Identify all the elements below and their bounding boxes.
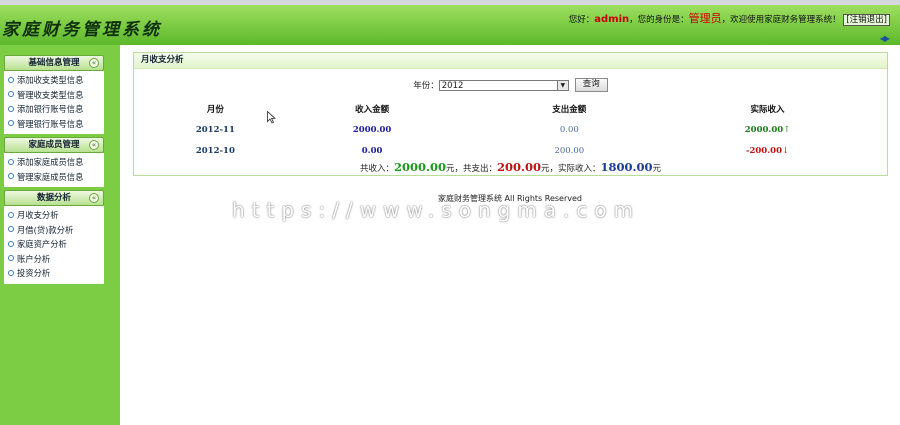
sidebar-item-add-member[interactable]: 添加家庭成员信息 <box>4 155 104 170</box>
double-arrow-icon[interactable]: ◀▶ <box>880 34 890 43</box>
sidebar-item-investment[interactable]: 投资分析 <box>4 266 104 281</box>
sidebar-item-manage-member[interactable]: 管理家庭成员信息 <box>4 170 104 185</box>
year-select-value: 2012 <box>441 80 464 91</box>
year-label: 年份： <box>413 81 439 91</box>
app-title: 家庭财务管理系统 <box>2 20 162 40</box>
sidebar-group-header[interactable]: 基础信息管理 « <box>4 55 104 71</box>
table-header-row: 月份 收入金额 支出金额 实际收入 <box>156 98 866 119</box>
bullet-icon <box>8 269 14 276</box>
group-title: 基础信息管理 <box>28 58 80 68</box>
welcome-prefix: 您好： <box>568 15 595 25</box>
sidebar-item-label: 添加收支类型信息 <box>17 75 84 85</box>
bullet-icon <box>8 76 14 83</box>
actual-cell: -200.00↓ <box>669 140 866 161</box>
sidebar-item-manage-type[interactable]: 管理收支类型信息 <box>4 88 104 103</box>
actual-value: -200.00 <box>745 145 783 156</box>
trend-down-icon: ↓ <box>782 145 790 156</box>
watermark: https://www.songma.com <box>232 198 641 222</box>
column-header-month: 月份 <box>206 104 224 115</box>
total-income-label: 共收入： <box>359 164 394 174</box>
month-cell: 2012-11 <box>195 124 235 135</box>
bullet-icon <box>8 105 14 112</box>
main-content: 月收支分析 年份： 2012 ▼ 查询 月份 收入金额 支出金额 实际收入 2012-… <box>120 45 900 425</box>
income-cell: 2000.00 <box>352 124 392 135</box>
sidebar-item-label: 添加银行账号信息 <box>17 104 84 114</box>
total-actual-label: 元，实际收入： <box>541 164 601 174</box>
bullet-icon <box>8 173 14 179</box>
totals-summary: 共收入：2000.00元，共支出：200.00元，实际收入：1800.00元 <box>134 160 887 174</box>
total-actual-value: 1800.00 <box>600 160 653 174</box>
sidebar-group-header[interactable]: 家庭成员管理 « <box>4 137 104 153</box>
bullet-icon <box>8 240 14 247</box>
expense-cell: 0.00 <box>559 124 579 135</box>
filter-row: 年份： 2012 ▼ 查询 <box>134 78 887 92</box>
welcome-suffix: ，欢迎使用家庭财务管理系统！ <box>721 15 841 25</box>
column-header-actual: 实际收入 <box>750 104 785 115</box>
sidebar-item-manage-bank[interactable]: 管理银行账号信息 <box>4 117 104 132</box>
logout-link[interactable]: [注销退出] <box>843 14 890 26</box>
sidebar: 基础信息管理 « 添加收支类型信息 管理收支类型信息 添加银行账号信息 管理银行… <box>0 45 120 425</box>
app-header: 家庭财务管理系统 您好：admin，您的身份是：管理员，欢迎使用家庭财务管理系统… <box>0 5 900 45</box>
total-expense-value: 200.00 <box>496 160 541 174</box>
bullet-icon <box>8 226 14 232</box>
sidebar-item-label: 月借(贷)款分析 <box>17 224 74 235</box>
welcome-message: 您好：admin，您的身份是：管理员，欢迎使用家庭财务管理系统！ [注销退出] <box>569 10 890 26</box>
table-row: 2012-10 0.00 200.00 -200.00↓ <box>156 140 866 161</box>
total-income-value: 2000.00 <box>393 160 446 174</box>
role-prefix: ，您的身份是： <box>629 15 689 25</box>
group-title: 家庭成员管理 <box>28 140 80 150</box>
sidebar-item-assets[interactable]: 家庭资产分析 <box>4 237 104 252</box>
income-cell: 0.00 <box>361 145 383 156</box>
collapse-icon[interactable]: « <box>89 58 99 68</box>
table-row: 2012-11 2000.00 0.00 2000.00↑ <box>156 119 866 140</box>
dropdown-arrow-icon[interactable]: ▼ <box>556 80 568 90</box>
sidebar-group-basic-info: 基础信息管理 « 添加收支类型信息 管理收支类型信息 添加银行账号信息 管理银行… <box>4 55 104 134</box>
sidebar-item-loan[interactable]: 月借(贷)款分析 <box>4 223 104 238</box>
query-button[interactable]: 查询 <box>574 78 608 92</box>
sidebar-item-label: 添加家庭成员信息 <box>17 157 84 167</box>
bullet-icon <box>8 120 14 126</box>
panel-title: 月收支分析 <box>134 53 887 69</box>
sidebar-item-label: 管理家庭成员信息 <box>17 171 84 182</box>
sidebar-item-label: 管理收支类型信息 <box>17 89 84 100</box>
month-cell: 2012-10 <box>195 145 235 156</box>
bullet-icon <box>8 158 14 165</box>
bullet-icon <box>8 91 14 97</box>
collapse-icon[interactable]: « <box>89 140 99 150</box>
total-unit: 元 <box>652 164 662 174</box>
total-expense-label: 元，共支出： <box>445 164 497 174</box>
column-header-income: 收入金额 <box>355 104 390 115</box>
actual-value: 2000.00 <box>744 124 784 135</box>
actual-cell: 2000.00↑ <box>669 119 866 140</box>
username: admin <box>594 14 630 25</box>
expense-cell: 200.00 <box>554 145 585 156</box>
analysis-table: 月份 收入金额 支出金额 实际收入 2012-11 2000.00 0.00 2… <box>156 98 866 161</box>
column-header-expense: 支出金额 <box>552 104 587 115</box>
sidebar-item-label: 管理银行账号信息 <box>17 118 84 129</box>
sidebar-item-accounts[interactable]: 账户分析 <box>4 252 104 267</box>
sidebar-item-label: 家庭资产分析 <box>17 239 67 249</box>
sidebar-item-add-bank[interactable]: 添加银行账号信息 <box>4 102 104 117</box>
bullet-icon <box>8 255 14 261</box>
sidebar-item-label: 账户分析 <box>17 253 51 264</box>
year-select[interactable]: 2012 ▼ <box>438 79 569 91</box>
sidebar-item-add-type[interactable]: 添加收支类型信息 <box>4 73 104 88</box>
user-role: 管理员 <box>688 12 722 25</box>
sidebar-item-label: 投资分析 <box>17 268 51 278</box>
monthly-analysis-panel: 月收支分析 年份： 2012 ▼ 查询 月份 收入金额 支出金额 实际收入 2012-… <box>133 52 888 176</box>
trend-up-icon: ↑ <box>783 124 791 135</box>
mouse-cursor-icon <box>267 111 276 124</box>
sidebar-group-family: 家庭成员管理 « 添加家庭成员信息 管理家庭成员信息 <box>4 137 104 187</box>
